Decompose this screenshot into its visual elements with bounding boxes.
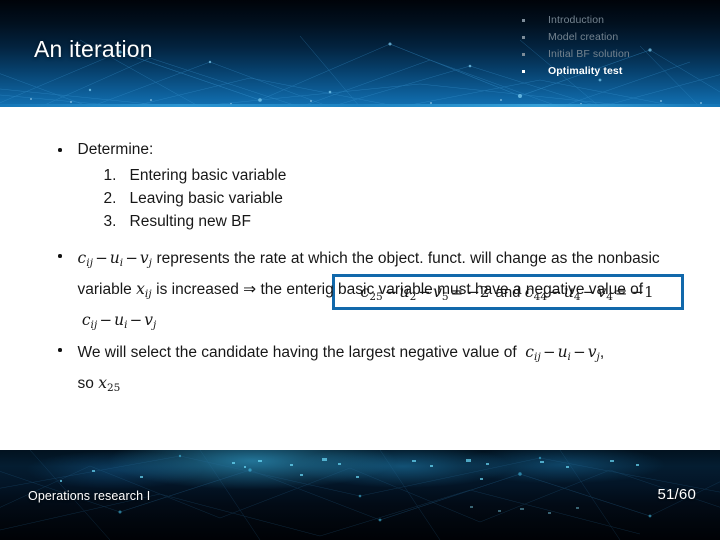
footer-course-label: Operations research I: [28, 489, 151, 503]
expr-v: v: [139, 249, 149, 267]
step-number: 1.: [103, 167, 117, 184]
list-item: 1. Entering basic variable: [78, 164, 287, 187]
slide-body: Determine: 1. Entering basic variable 2.…: [0, 107, 720, 450]
square-bullet-icon: [522, 18, 525, 22]
rate-paragraph: cij − ui − vj represents the rate at which t…: [78, 245, 671, 338]
minus-op: −: [95, 249, 108, 267]
bullet-dot-icon: [58, 348, 62, 352]
nav-item-label: Introduction: [548, 14, 605, 26]
expr-tail-v: v: [144, 310, 153, 329]
expr-tail-c: c: [81, 310, 91, 329]
square-bullet-icon: [522, 69, 525, 73]
selection-text-b: so: [77, 374, 94, 392]
selection-paragraph: We will select the candidate having the …: [78, 339, 605, 401]
nav-item-label: Model creation: [548, 31, 619, 43]
page-number: 51/60: [657, 486, 696, 503]
sel-comma: ,: [599, 344, 605, 361]
page-title: An iteration: [34, 36, 153, 62]
sel-var-x: x: [98, 373, 107, 392]
square-bullet-icon: [522, 52, 525, 56]
bullet-dot-icon: [58, 254, 62, 258]
minus-op: −: [573, 343, 586, 361]
sel-var-x-sub: 25: [106, 381, 121, 394]
sel-expr-u: u: [557, 343, 568, 361]
expr-x-sub: ij: [144, 287, 152, 300]
footer-banner: Operations research I 51/60: [0, 450, 720, 540]
section-nav-list: Introduction Model creation Initial BF s…: [522, 12, 718, 80]
step-text: Entering basic variable: [129, 167, 287, 184]
bullet-candidate-selection: We will select the candidate having the …: [58, 339, 670, 401]
list-item: 3. Resulting new BF: [78, 210, 287, 233]
bullet-dot-icon: [58, 148, 62, 152]
bullet-rate-explanation: cij − ui − vj represents the rate at which t…: [58, 245, 670, 338]
expr-x: x: [136, 279, 145, 298]
nav-item-label: Initial BF solution: [548, 48, 630, 60]
square-bullet-icon: [522, 35, 525, 39]
rate-text-a: represents the rate at which the object.…: [156, 250, 594, 267]
nav-item-optimality-test[interactable]: Optimality test: [522, 63, 718, 79]
list-item: 2. Leaving basic variable: [78, 187, 287, 210]
expr-v-sub: j: [148, 256, 153, 269]
minus-op: −: [129, 310, 143, 329]
expr-u: u: [109, 249, 120, 267]
nav-item-introduction[interactable]: Introduction: [522, 12, 718, 28]
expr-c: c: [77, 249, 87, 267]
step-text: Leaving basic variable: [129, 190, 283, 207]
bullet-determine: Determine: 1. Entering basic variable 2.…: [58, 139, 286, 233]
header-banner: An iteration Introduction Model creation…: [0, 0, 720, 107]
expr-tail-u: u: [114, 310, 125, 329]
determine-steps-list: 1. Entering basic variable 2. Leaving ba…: [78, 164, 287, 233]
nav-item-initial-bf-solution[interactable]: Initial BF solution: [522, 46, 718, 62]
nav-item-label: Optimality test: [548, 65, 623, 77]
expr-tail-c-sub: ij: [90, 318, 98, 331]
selection-text-a: We will select the candidate having the …: [77, 344, 517, 361]
sel-expr-c-sub: ij: [533, 350, 541, 363]
rate-text-d: negative value of: [525, 280, 644, 298]
expr-tail-v-sub: j: [152, 318, 157, 331]
determine-heading: Determine:: [77, 141, 154, 158]
rate-text-c: is increased ⇒ the enterig basic variabl…: [156, 280, 522, 298]
step-number: 2.: [103, 190, 117, 207]
step-text: Resulting new BF: [129, 213, 251, 230]
step-number: 3.: [103, 213, 117, 230]
minus-op: −: [99, 310, 113, 329]
sel-expr-c: c: [525, 343, 534, 361]
nav-item-model-creation[interactable]: Model creation: [522, 29, 718, 45]
minus-op: −: [125, 249, 138, 267]
minus-op: −: [542, 343, 556, 361]
